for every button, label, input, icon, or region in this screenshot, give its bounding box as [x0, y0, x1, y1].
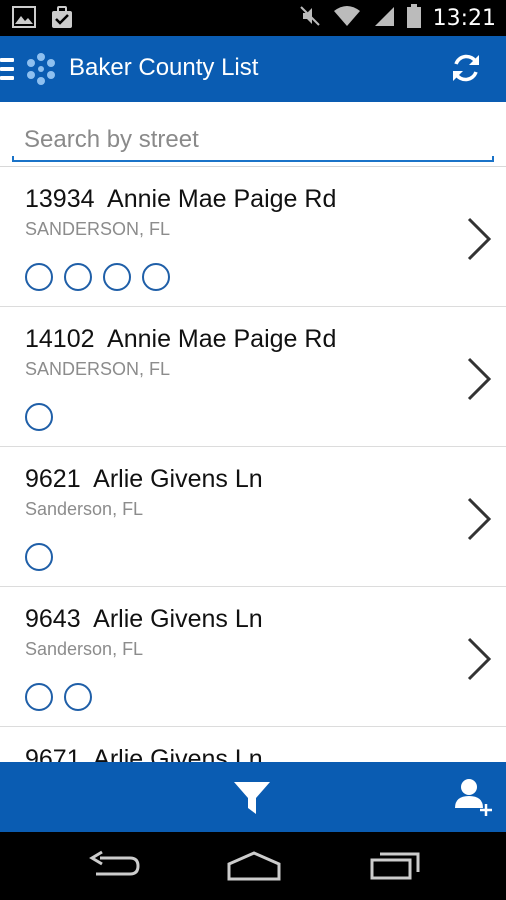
wifi-icon [333, 5, 361, 31]
add-user-icon[interactable] [454, 776, 494, 818]
address-line: 14102 Annie Mae Paige Rd [25, 325, 336, 354]
status-circles[interactable] [25, 403, 53, 431]
status-circles[interactable] [25, 263, 170, 291]
back-icon[interactable] [86, 850, 142, 882]
list-item[interactable]: 9671 Arlie Givens Ln [0, 727, 506, 762]
city-state: SANDERSON, FL [25, 219, 171, 239]
gallery-icon [12, 6, 36, 34]
status-circles[interactable] [25, 683, 92, 711]
signal-icon [373, 5, 395, 31]
house-number: 9671 [25, 745, 81, 762]
action-bar: Baker County List [0, 36, 506, 102]
search-input[interactable] [12, 120, 494, 160]
status-circle[interactable] [25, 543, 53, 571]
app-logo-icon[interactable] [24, 52, 58, 86]
chevron-right-icon[interactable] [466, 637, 492, 681]
filter-icon[interactable] [232, 778, 272, 818]
status-circle[interactable] [25, 403, 53, 431]
address-line: 13934 Annie Mae Paige Rd [25, 185, 336, 214]
page-title: Baker County List [69, 54, 259, 81]
house-number: 9643 [25, 605, 81, 633]
search-field[interactable] [12, 120, 494, 162]
list-item[interactable]: 13934 Annie Mae Paige Rd SANDERSON, FL [0, 167, 506, 307]
address-list[interactable]: 13934 Annie Mae Paige Rd SANDERSON, FL 1… [0, 167, 506, 762]
list-item[interactable]: 9621 Arlie Givens Ln Sanderson, FL [0, 447, 506, 587]
status-circle[interactable] [25, 263, 53, 291]
refresh-icon[interactable] [448, 50, 484, 86]
status-bar: 13:21 [0, 0, 506, 36]
list-item[interactable]: 9643 Arlie Givens Ln Sanderson, FL [0, 587, 506, 727]
chevron-right-icon[interactable] [466, 357, 492, 401]
street-name: Arlie Givens Ln [93, 605, 263, 633]
street-name: Arlie Givens Ln [93, 745, 263, 762]
city-state: SANDERSON, FL [25, 359, 171, 379]
address-line: 9671 Arlie Givens Ln [25, 745, 263, 762]
status-circle[interactable] [25, 683, 53, 711]
list-item[interactable]: 14102 Annie Mae Paige Rd SANDERSON, FL [0, 307, 506, 447]
status-circle[interactable] [64, 263, 92, 291]
main-content: 13934 Annie Mae Paige Rd SANDERSON, FL 1… [0, 102, 506, 762]
city-state: Sanderson, FL [25, 499, 144, 519]
status-circle[interactable] [103, 263, 131, 291]
home-icon[interactable] [226, 850, 282, 882]
street-name: Annie Mae Paige Rd [107, 325, 337, 353]
mute-icon [299, 5, 321, 31]
system-nav-bar [0, 832, 506, 900]
status-circle[interactable] [142, 263, 170, 291]
menu-icon[interactable] [0, 58, 14, 80]
task-check-icon [50, 6, 74, 34]
recents-icon[interactable] [368, 850, 424, 882]
chevron-right-icon[interactable] [466, 497, 492, 541]
address-line: 9643 Arlie Givens Ln [25, 605, 263, 634]
address-line: 9621 Arlie Givens Ln [25, 465, 263, 494]
chevron-right-icon[interactable] [466, 217, 492, 261]
bottom-toolbar [0, 762, 506, 832]
city-state: Sanderson, FL [25, 639, 144, 659]
house-number: 9621 [25, 465, 81, 493]
house-number: 13934 [25, 185, 95, 213]
clock-time: 13:21 [432, 5, 496, 31]
street-name: Annie Mae Paige Rd [107, 185, 337, 213]
house-number: 14102 [25, 325, 95, 353]
street-name: Arlie Givens Ln [93, 465, 263, 493]
status-circle[interactable] [64, 683, 92, 711]
search-underline [12, 156, 494, 162]
battery-icon [406, 4, 421, 32]
status-circles[interactable] [25, 543, 53, 571]
